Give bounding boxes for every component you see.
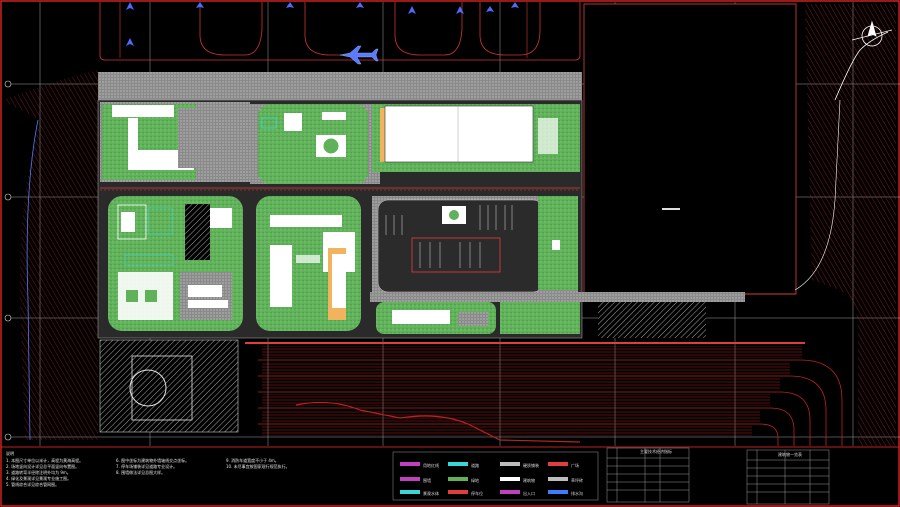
aircraft-icon bbox=[339, 45, 379, 65]
note-line: 5. 管线综合详见综合管网图。 bbox=[6, 482, 60, 487]
east-embankment bbox=[805, 4, 896, 446]
grid-bubbles bbox=[4, 80, 12, 441]
aircraft-icons-top bbox=[126, 2, 519, 46]
legend-item: 停车位 bbox=[471, 490, 483, 496]
notes-heading: 说明 bbox=[6, 451, 14, 456]
site-plan-drawing: 主要技术经济指标 建筑物一览表 用地红线 围墙 景观水体 道路 绿地 停车位 硬… bbox=[0, 0, 900, 507]
notes-column-2: 6. 图中坐标为建筑物外墙轴线交点坐标。 7. 停车场铺装详见道路专业设计。 8… bbox=[116, 458, 189, 476]
road-bands bbox=[245, 342, 843, 446]
future-area bbox=[583, 3, 797, 295]
table1-title: 主要技术经济指标 bbox=[640, 448, 672, 454]
block-west bbox=[108, 196, 243, 331]
block-south bbox=[376, 302, 706, 338]
block-north-centre bbox=[250, 104, 380, 184]
parking-lot bbox=[372, 196, 578, 298]
block-north-west bbox=[100, 102, 250, 182]
apron-area bbox=[99, 2, 581, 61]
legend-box bbox=[392, 447, 830, 505]
legend-item: 绿地 bbox=[471, 477, 479, 483]
note-line: 8. 围墙做法详见总图大样。 bbox=[116, 470, 166, 475]
west-embankment bbox=[2, 70, 98, 440]
legend-item: 景观水体 bbox=[423, 490, 439, 496]
legend-item: 广场 bbox=[571, 462, 579, 468]
paved-strip bbox=[98, 72, 582, 104]
notes-column-1: 1. 本图尺寸单位以米计，高程为黄海高程。 2. 场地竖向设计详见总平面竖向布置… bbox=[6, 458, 83, 488]
legend-item: 排水沟 bbox=[571, 490, 583, 496]
legend-item: 建筑物 bbox=[523, 477, 535, 483]
legend-item: 草坪砖 bbox=[571, 477, 583, 483]
legend-item: 用地红线 bbox=[423, 462, 439, 468]
table2-title: 建筑物一览表 bbox=[778, 451, 802, 457]
block-centre bbox=[256, 196, 361, 331]
legend-item: 围墙 bbox=[423, 477, 431, 483]
lower-strip bbox=[370, 292, 745, 302]
notes-column-3: 9. 消防车道宽度不小于 4m。 10. 未尽事宜按国家现行规范执行。 bbox=[226, 458, 290, 470]
legend-item: 硬质铺装 bbox=[523, 462, 539, 468]
legend-item: 道路 bbox=[471, 462, 479, 468]
note-line: 10. 未尽事宜按国家现行规范执行。 bbox=[226, 464, 290, 469]
helipad-icon bbox=[99, 339, 239, 433]
legend-item: 出入口 bbox=[523, 490, 535, 496]
terminal-building bbox=[372, 104, 580, 172]
